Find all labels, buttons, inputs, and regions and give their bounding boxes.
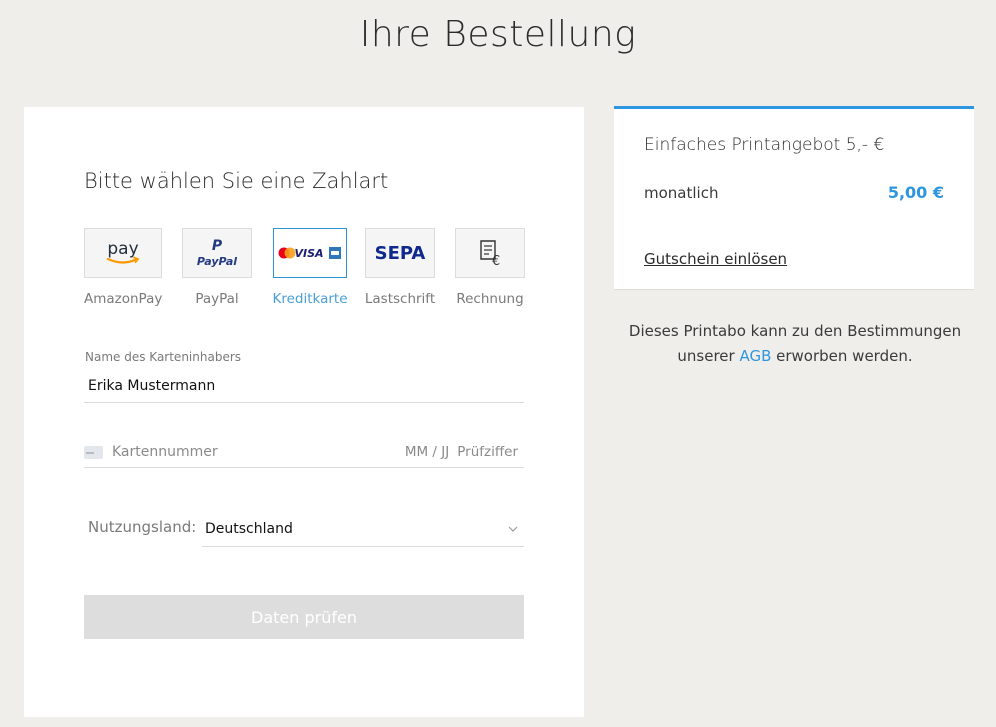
- amazon-pay-tile[interactable]: pay: [84, 228, 162, 278]
- paypal-logo-text: PayPal: [197, 255, 237, 268]
- payment-method-label: PayPal: [195, 291, 239, 307]
- terms-text-after: erworben werden.: [771, 346, 913, 365]
- payment-method-paypal[interactable]: P PayPal PayPal: [178, 228, 256, 307]
- amazon-pay-icon: pay: [106, 239, 140, 264]
- credit-card-icon: [84, 445, 103, 459]
- order-summary-panel: Einfaches Printangebot 5,- € monatlich 5…: [614, 106, 974, 290]
- offer-title: Einfaches Printangebot 5,- €: [644, 135, 885, 155]
- payment-method-label: AmazonPay: [84, 291, 163, 307]
- billing-period-label: monatlich: [644, 184, 719, 202]
- svg-text:P: P: [212, 238, 223, 254]
- sepa-logo-text: SEPA: [375, 243, 426, 264]
- card-expiry-input[interactable]: MM / JJ: [405, 444, 449, 460]
- country-label: Nutzungsland:: [88, 518, 197, 536]
- card-number-input[interactable]: Kartennummer: [112, 444, 405, 460]
- payment-method-label: Lastschrift: [364, 291, 436, 307]
- redeem-voucher-link[interactable]: Gutschein einlösen: [644, 250, 787, 268]
- sepa-tile[interactable]: SEPA: [365, 228, 435, 278]
- payment-method-amazonpay[interactable]: pay AmazonPay: [84, 228, 162, 307]
- cardholder-name-input[interactable]: [84, 369, 524, 403]
- paypal-tile[interactable]: P PayPal: [182, 228, 252, 278]
- country-value: Deutschland: [205, 520, 293, 537]
- cardholder-label: Name des Karteninhabers: [85, 350, 242, 364]
- payment-heading: Bitte wählen Sie eine Zahlart: [84, 169, 389, 193]
- terms-notice: Dieses Printabo kann zu den Bestimmungen…: [614, 319, 976, 368]
- invoice-tile[interactable]: €: [455, 228, 525, 278]
- invoice-currency-text: €: [492, 254, 500, 268]
- visa-logo-text: VISA: [294, 247, 323, 260]
- credit-card-brands-icon: VISA: [278, 247, 341, 260]
- amazon-pay-logo-text: pay: [107, 239, 138, 259]
- payment-method-lastschrift[interactable]: SEPA Lastschrift: [361, 228, 439, 307]
- payment-method-label: Rechnung: [456, 291, 524, 307]
- credit-card-tile[interactable]: VISA: [273, 228, 347, 278]
- payment-method-label: Kreditkarte: [272, 291, 348, 307]
- sepa-icon: SEPA: [375, 243, 426, 264]
- agb-link[interactable]: AGB: [739, 347, 771, 365]
- check-data-button[interactable]: Daten prüfen: [84, 595, 524, 639]
- chevron-down-icon: [508, 522, 518, 535]
- card-details-field[interactable]: Kartennummer MM / JJ Prüfziffer: [84, 437, 524, 468]
- paypal-icon: P PayPal: [197, 238, 237, 268]
- page-title: Ihre Bestellung: [359, 14, 637, 55]
- card-cvc-input[interactable]: Prüfziffer: [457, 444, 518, 460]
- payment-method-rechnung[interactable]: € Rechnung: [451, 228, 529, 307]
- country-select[interactable]: Deutschland: [202, 511, 524, 547]
- invoice-icon: €: [480, 240, 500, 268]
- payment-method-kreditkarte[interactable]: VISA Kreditkarte: [271, 228, 349, 307]
- price-value: 5,00 €: [887, 183, 944, 202]
- payment-panel: Bitte wählen Sie eine Zahlart pay Amazon…: [24, 107, 584, 717]
